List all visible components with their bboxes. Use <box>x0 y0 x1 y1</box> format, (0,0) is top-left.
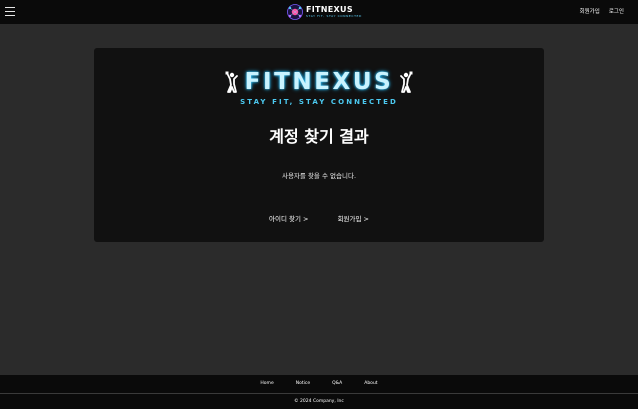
signup-link-card[interactable]: 회원가입 > <box>338 215 369 224</box>
header-auth-links: 회원가입 로그인 <box>580 8 624 16</box>
footer-link-qna[interactable]: Q&A <box>332 381 342 387</box>
header-brand-tagline: STAY FIT, STAY CONNECTED <box>306 14 362 18</box>
footer-nav: Home Notice Q&A About <box>0 375 638 394</box>
weightlifter-left-icon <box>225 71 238 93</box>
footer-link-notice[interactable]: Notice <box>296 381 310 387</box>
hero-brand-tagline: STAY FIT, STAY CONNECTED <box>240 98 398 106</box>
footer-link-about[interactable]: About <box>364 381 377 387</box>
page-title: 계정 찾기 결과 <box>269 127 369 146</box>
account-find-result-card: FITNEXUS STAY FIT, STAY CONNECTED 계정 찾기 … <box>94 48 544 242</box>
hero-logo: FITNEXUS STAY FIT, STAY CONNECTED <box>94 68 544 112</box>
header-brand-name: FITNEXUS <box>306 5 353 14</box>
top-navbar: FITNEXUS STAY FIT, STAY CONNECTED 회원가입 로… <box>0 0 638 24</box>
signup-link[interactable]: 회원가입 <box>580 8 600 16</box>
result-actions: 아이디 찾기 > 회원가입 > <box>94 206 544 225</box>
fitnexus-emblem-icon <box>287 4 303 20</box>
login-link[interactable]: 로그인 <box>609 8 624 16</box>
hero-brand-name: FITNEXUS <box>244 69 394 95</box>
result-message: 사용자를 찾을 수 없습니다. <box>281 172 357 180</box>
footer-link-home[interactable]: Home <box>260 381 273 387</box>
find-id-link[interactable]: 아이디 찾기 > <box>269 215 308 224</box>
footer-copyright: © 2024 Company, Inc <box>0 394 638 409</box>
weightlifter-right-icon <box>400 71 413 93</box>
header-logo[interactable]: FITNEXUS STAY FIT, STAY CONNECTED <box>286 3 361 21</box>
hero-logo-row: FITNEXUS <box>223 68 416 96</box>
hamburger-menu-icon[interactable] <box>5 7 15 16</box>
